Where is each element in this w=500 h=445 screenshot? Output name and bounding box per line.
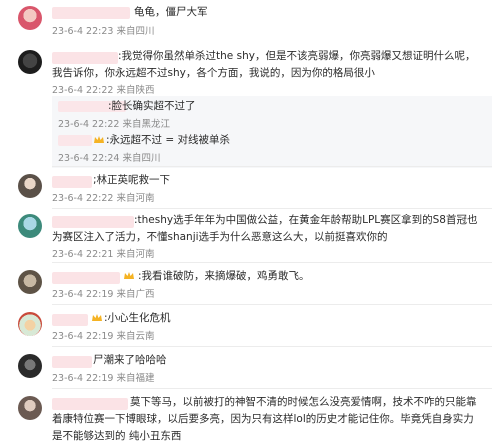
reply-text: :永远超不过 = 对线被单杀 — [106, 134, 231, 146]
comment-text: 莫下等马，以前被打的神智不清的时候怎么没亮爱情啊，技术不咋的只能靠着康特位赛一下… — [52, 396, 477, 442]
divider — [52, 346, 492, 347]
avatar[interactable] — [18, 214, 42, 238]
avatar[interactable] — [18, 174, 42, 198]
avatar[interactable] — [18, 6, 42, 30]
reply-list: :脸长确实超不过了 23-6-4 22:22 来自黑龙江 :永远超不过 = 对线… — [52, 96, 492, 168]
reply-username[interactable] — [58, 135, 92, 146]
comment-text: 尸潮来了哈哈哈 — [93, 354, 167, 366]
reply-item: :永远超不过 = 对线被单杀 23-6-4 22:24 来自四川 — [52, 132, 492, 166]
comment-meta: 23-6-4 22:19 来自云南 — [52, 331, 155, 342]
comment-meta: 23-6-4 22:19 来自广西 — [52, 289, 155, 300]
reply-meta: 23-6-4 22:24 来自四川 — [58, 153, 161, 164]
username[interactable] — [52, 176, 92, 188]
divider — [52, 208, 492, 209]
reply-item: :脸长确实超不过了 23-6-4 22:22 来自黑龙江 — [52, 98, 492, 132]
avatar[interactable] — [18, 270, 42, 294]
username[interactable] — [52, 272, 120, 284]
comment-text: :我看谁破防，来摘爆破，鸡勇敢飞。 — [138, 270, 310, 282]
avatar[interactable] — [18, 396, 42, 420]
comment-text: :theshy选手年年为中国做公益，在黄金年龄帮助LPL赛区拿到的S8首冠也为赛… — [52, 214, 478, 243]
comment-meta: 23-6-4 22:23 来自四川 — [52, 26, 155, 37]
comment-item: 龟龟，僵尸大军 23-6-4 22:23 来自四川 — [0, 0, 500, 40]
comment-meta: 23-6-4 22:22 来自陕西 — [52, 85, 155, 96]
comment-text: 龟龟，僵尸大军 — [134, 6, 208, 18]
comment-text: :我觉得你虽然单杀过the shy，但是不该亮弱爆，你亮弱爆又想证明什么呢，我告… — [52, 50, 476, 79]
comment-item: :小心生化危机 23-6-4 22:19 来自云南 — [0, 308, 500, 348]
reply-meta: 23-6-4 22:22 来自黑龙江 — [58, 119, 170, 130]
crown-icon — [92, 314, 102, 321]
comment-item: 尸潮来了哈哈哈 23-6-4 22:19 来自福建 — [0, 350, 500, 390]
avatar[interactable] — [18, 354, 42, 378]
comment-item: 莫下等马，以前被打的神智不清的时候怎么没亮爱情啊，技术不咋的只能靠着康特位赛一下… — [0, 392, 500, 442]
comment-meta: 23-6-4 22:19 来自福建 — [52, 373, 155, 384]
comment-meta: 23-6-4 22:21 来自河南 — [52, 249, 155, 260]
crown-icon — [94, 136, 104, 143]
comment-text: :小心生化危机 — [104, 312, 171, 324]
divider — [52, 166, 492, 167]
comment-item: :我看谁破防，来摘爆破，鸡勇敢飞。 23-6-4 22:19 来自广西 — [0, 266, 500, 306]
avatar[interactable] — [18, 50, 42, 74]
divider — [52, 388, 492, 389]
divider — [52, 304, 492, 305]
username[interactable] — [52, 7, 130, 19]
username[interactable] — [52, 356, 92, 368]
username[interactable] — [52, 314, 88, 326]
comment-meta: 23-6-4 22:22 来自河南 — [52, 193, 155, 204]
comment-item: :theshy选手年年为中国做公益，在黄金年龄帮助LPL赛区拿到的S8首冠也为赛… — [0, 210, 500, 262]
reply-text: :脸长确实超不过了 — [108, 100, 196, 112]
divider — [52, 262, 492, 263]
comment-text: ;林正英呢救一下 — [93, 174, 171, 186]
comment-item: :我觉得你虽然单杀过the shy，但是不该亮弱爆，你亮弱爆又想证明什么呢，我告… — [0, 42, 500, 170]
comment-item: ;林正英呢救一下 23-6-4 22:22 来自河南 — [0, 168, 500, 208]
crown-icon — [124, 272, 134, 279]
avatar[interactable] — [18, 312, 42, 336]
